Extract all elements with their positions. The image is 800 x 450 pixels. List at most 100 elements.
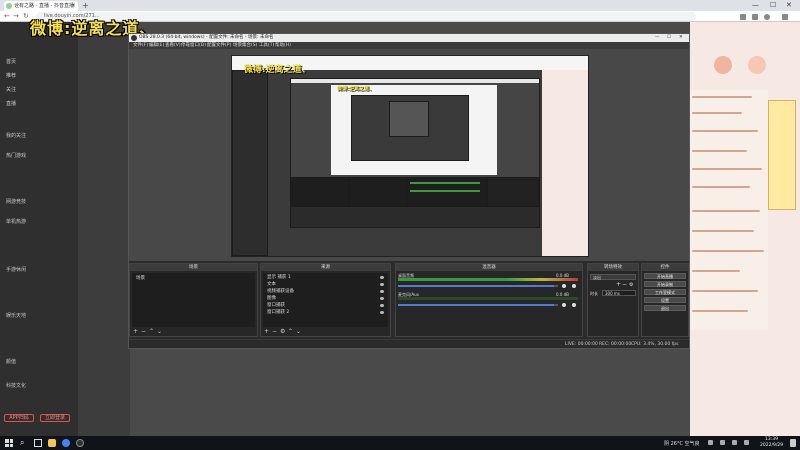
transition-gear-icon[interactable]: ⚙ [629, 282, 633, 288]
new-tab-button[interactable]: + [82, 0, 89, 11]
transition-select[interactable]: 淡出 [590, 274, 636, 280]
visibility-eye-icon[interactable] [380, 276, 384, 279]
source-item[interactable]: 窗口捕获 2 [267, 309, 289, 315]
visibility-eye-icon[interactable] [380, 290, 384, 293]
sidebar-item[interactable]: 我的关注 [6, 132, 26, 139]
obs-titlebar: OBS 28.0.3 (64-bit, windows) - 配置文件: 未命名… [129, 34, 689, 42]
visibility-eye-icon[interactable] [380, 283, 384, 286]
mute-speaker-icon[interactable] [562, 303, 566, 307]
visibility-eye-icon[interactable] [380, 297, 384, 300]
audio-mixer-dock: 混音器 桌面音频 0.0 dB 麦克风/Aux 0.0 dB [395, 263, 583, 337]
add-scene-button[interactable]: + [133, 328, 138, 335]
remove-transition-button[interactable]: − [622, 281, 627, 288]
browser-tab[interactable]: 诠有之路 - 直播 - 抖音直播 × [4, 1, 78, 11]
scene-up-button[interactable]: ⌃ [149, 328, 154, 335]
menu-profile[interactable]: 配置文件(P) [207, 42, 231, 49]
scene-item[interactable]: 场景 [136, 275, 145, 281]
task-view-icon[interactable] [34, 439, 42, 447]
obs-taskbar-icon[interactable] [76, 439, 84, 447]
menu-edit[interactable]: 编辑(E) [149, 42, 164, 49]
visibility-eye-icon[interactable] [380, 304, 384, 307]
close-window-button[interactable]: ✕ [786, 0, 792, 11]
volume-icon[interactable] [732, 440, 737, 445]
sidebar-item[interactable]: 关注 [6, 86, 16, 93]
minimize-button[interactable]: — [752, 0, 759, 11]
file-explorer-icon[interactable] [48, 439, 56, 447]
sources-list: 显示 捕获 1 文本 视频捕获设备 图像 窗口捕获 窗口捕获 2 [263, 273, 388, 327]
app-scan-button[interactable]: APP扫码 [4, 414, 34, 422]
studio-mode-button[interactable]: 工作室模式 [644, 289, 686, 295]
mute-speaker-icon[interactable] [562, 284, 566, 288]
obs-minimize-button[interactable]: — [655, 34, 660, 42]
sidebar-item[interactable]: 科技文化 [6, 382, 26, 389]
chat-badges [768, 100, 796, 210]
back-arrow-icon[interactable]: ← [4, 11, 10, 22]
exit-button[interactable]: 退出 [644, 305, 686, 311]
login-button[interactable]: 立即登录 [40, 414, 70, 422]
profile-icon[interactable] [764, 14, 770, 20]
source-item[interactable]: 图像 [267, 295, 276, 301]
site-content-strip [78, 22, 130, 436]
menu-icon[interactable] [782, 14, 788, 20]
ime-icon[interactable] [744, 440, 749, 445]
sidebar-item[interactable]: 直播 [6, 100, 16, 107]
add-transition-button[interactable]: + [616, 281, 621, 288]
menu-scene-collection[interactable]: 场景集合(S) [233, 42, 257, 49]
close-tab-icon[interactable]: × [71, 1, 76, 11]
site-favicon-icon [6, 3, 12, 9]
chat-message [692, 210, 760, 212]
mixer-gear-icon[interactable] [572, 284, 576, 288]
sidebar-item[interactable]: 颜值 [6, 358, 16, 365]
menu-tools[interactable]: 工具(T) [259, 42, 274, 49]
source-up-button[interactable]: ⌃ [288, 328, 293, 335]
gift-icon[interactable] [714, 56, 732, 74]
source-item[interactable]: 窗口捕获 [267, 302, 285, 308]
menu-help[interactable]: 帮助(H) [275, 42, 291, 49]
sidebar-item[interactable]: 推荐 [6, 72, 16, 79]
bookmark-icon[interactable] [752, 14, 758, 20]
obs-maximize-button[interactable]: ☐ [667, 34, 671, 42]
search-icon[interactable]: ⌕ [20, 438, 24, 448]
sidebar-item[interactable]: 手游休闲 [6, 266, 26, 273]
reload-icon[interactable]: ↻ [23, 11, 29, 22]
remove-scene-button[interactable]: − [141, 328, 146, 335]
forward-arrow-icon[interactable]: → [13, 11, 19, 22]
maximize-button[interactable]: ☐ [770, 0, 776, 11]
scene-down-button[interactable]: ⌄ [157, 328, 162, 335]
sidebar-item[interactable]: 首页 [6, 58, 16, 65]
visibility-eye-icon[interactable] [380, 311, 384, 314]
source-down-button[interactable]: ⌄ [296, 328, 301, 335]
sidebar-item[interactable]: 单机热游 [6, 218, 26, 225]
sidebar-item[interactable]: 娱乐天地 [6, 312, 26, 319]
weather-tray-text[interactable]: 阴 26°C 空气良 [664, 440, 700, 447]
mixer-gear-icon[interactable] [572, 303, 576, 307]
remove-source-button[interactable]: − [272, 328, 277, 335]
add-source-button[interactable]: + [264, 328, 269, 335]
menu-view[interactable]: 查看(V) [165, 42, 181, 49]
gift-icon[interactable] [748, 56, 766, 74]
chrome-icon[interactable] [62, 439, 70, 447]
source-item[interactable]: 显示 捕获 1 [267, 274, 291, 280]
start-streaming-button[interactable]: 开始直播 [644, 273, 686, 279]
mixer-dock-header: 混音器 [396, 264, 582, 271]
menu-docks[interactable]: 停靠窗口(D) [181, 42, 206, 49]
settings-button[interactable]: 设置 [644, 297, 686, 303]
duration-input[interactable]: 300 ms [602, 290, 636, 296]
chat-message [692, 290, 758, 292]
network-icon[interactable] [720, 440, 725, 445]
tray-expand-icon[interactable] [708, 440, 713, 445]
taskbar-clock[interactable]: 13:39 2022/9/29 [760, 437, 783, 449]
obs-preview-canvas[interactable]: 微博:逆离之道、 微博:逆离之道、 [231, 55, 589, 257]
sidebar-item[interactable]: 热门游戏 [6, 152, 26, 159]
source-settings-gear-icon[interactable]: ⚙ [280, 328, 285, 335]
start-recording-button[interactable]: 开始录制 [644, 281, 686, 287]
menu-file[interactable]: 文件(F) [133, 42, 148, 49]
sidebar-item[interactable]: 网游竞技 [6, 198, 26, 205]
source-item[interactable]: 视频捕获设备 [267, 288, 294, 294]
windows-start-icon[interactable] [5, 439, 13, 447]
extension-icon[interactable] [740, 14, 746, 20]
obs-close-button[interactable]: ✕ [679, 34, 683, 42]
notifications-icon[interactable] [790, 439, 796, 447]
nested-sidebar [232, 70, 268, 256]
source-item[interactable]: 文本 [267, 281, 276, 287]
